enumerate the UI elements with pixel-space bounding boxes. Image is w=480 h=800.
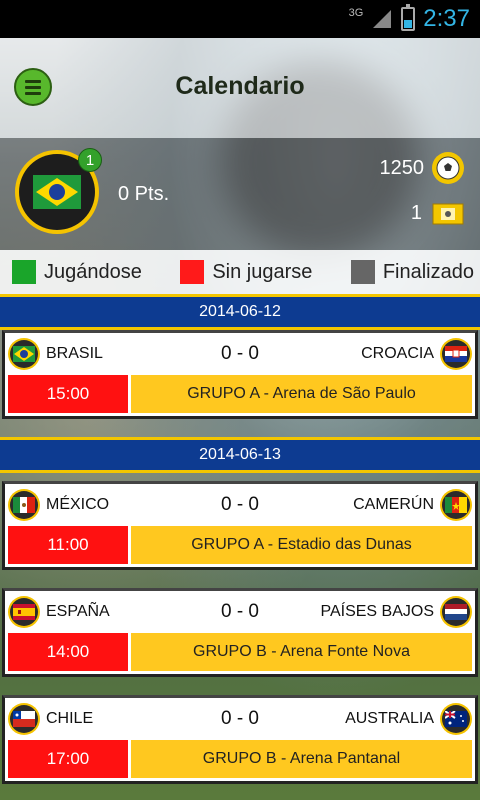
legend-finished: Finalizado [350, 260, 474, 284]
match-card[interactable]: BRASIL 0 - 0 CROACIA 15:00 GRUPO A - Are… [2, 330, 478, 419]
legend-label: Jugándose [44, 260, 142, 283]
tickets-value: 1 [410, 202, 422, 224]
away-team: CROACIA [361, 338, 472, 370]
legend-color-swatch [350, 260, 375, 284]
battery-icon [401, 4, 416, 31]
home-team-name: ESPAÑA [46, 603, 110, 620]
home-team: MÉXICO [8, 489, 109, 521]
tickets-counter: 1 [411, 202, 464, 225]
match-group-venue: GRUPO A - Arena de São Paulo [131, 375, 472, 413]
coins-value: 1250 [379, 156, 425, 179]
away-team: AUSTRALIA [345, 703, 472, 735]
away-team: PAÍSES BAJOS [320, 596, 472, 628]
away-team: CAMERÚN [353, 489, 472, 521]
match-time: 14:00 [8, 633, 128, 671]
match-group-venue: GRUPO B - Arena Fonte Nova [131, 633, 472, 671]
mexico-flag-icon [13, 497, 35, 513]
australia-flag-icon [445, 711, 467, 727]
soccer-ball-icon [432, 152, 464, 184]
status-legend: Jugándose Sin jugarse Finalizado [0, 250, 480, 294]
away-team-name: CAMERÚN [353, 496, 434, 513]
away-team-name: CROACIA [361, 345, 434, 362]
signal-icon [373, 10, 392, 28]
network-type: 3G [348, 7, 364, 19]
match-group-venue: GRUPO A - Estadio das Dunas [131, 526, 472, 564]
away-team-name: AUSTRALIA [345, 710, 434, 727]
chile-flag-icon [13, 711, 35, 727]
spain-flag-icon [13, 604, 35, 620]
ticket-icon [432, 203, 464, 224]
netherlands-flag-icon [445, 604, 467, 620]
home-team-name: CHILE [46, 710, 94, 727]
profile-band: 1 0 Pts. 1250 1 [0, 138, 480, 250]
away-team-name: PAÍSES BAJOS [320, 603, 434, 620]
brazil-flag-icon [13, 346, 35, 362]
home-team: CHILE [8, 703, 93, 735]
legend-color-swatch [12, 260, 36, 284]
home-team-name: BRASIL [46, 345, 103, 362]
match-group-venue: GRUPO B - Arena Pantanal [131, 740, 472, 778]
date-header: 2014-06-12 [0, 294, 480, 330]
home-team: BRASIL [8, 338, 103, 370]
legend-not-played: Sin jugarse [180, 260, 312, 284]
home-team: ESPAÑA [8, 596, 110, 628]
match-card[interactable]: ESPAÑA 0 - 0 PAÍSES BAJOS 14:00 GRUPO B … [2, 588, 478, 677]
croatia-flag-icon [445, 346, 467, 362]
match-time: 11:00 [8, 526, 128, 564]
match-time: 15:00 [8, 375, 128, 413]
page-title: Calendario [175, 72, 305, 100]
points-label: 0 Pts. [118, 183, 170, 205]
brazil-flag-icon [33, 175, 81, 209]
match-card[interactable]: MÉXICO 0 - 0 CAMERÚN 11:00 GRUPO A - Est… [2, 481, 478, 570]
title-bar: Calendario [0, 38, 480, 138]
notification-badge: 1 [78, 148, 102, 172]
status-bar: 3G 2:37 [0, 0, 480, 38]
clock: 2:37 [423, 5, 470, 32]
legend-label: Sin jugarse [212, 260, 313, 283]
legend-color-swatch [180, 260, 205, 284]
match-list: 2014-06-12 BRASIL 0 - 0 CROACIA 15:00 GR… [0, 294, 480, 800]
match-card[interactable]: CHILE 0 - 0 AUSTRALIA 17:00 GRUPO B - Ar… [2, 695, 478, 784]
legend-playing: Jugándose [12, 260, 142, 284]
date-header: 2014-06-13 [0, 437, 480, 473]
match-time: 17:00 [8, 740, 128, 778]
home-team-name: MÉXICO [46, 496, 110, 513]
legend-label: Finalizado [382, 260, 474, 283]
cameroon-flag-icon [445, 497, 467, 513]
coins-counter: 1250 [379, 152, 464, 184]
